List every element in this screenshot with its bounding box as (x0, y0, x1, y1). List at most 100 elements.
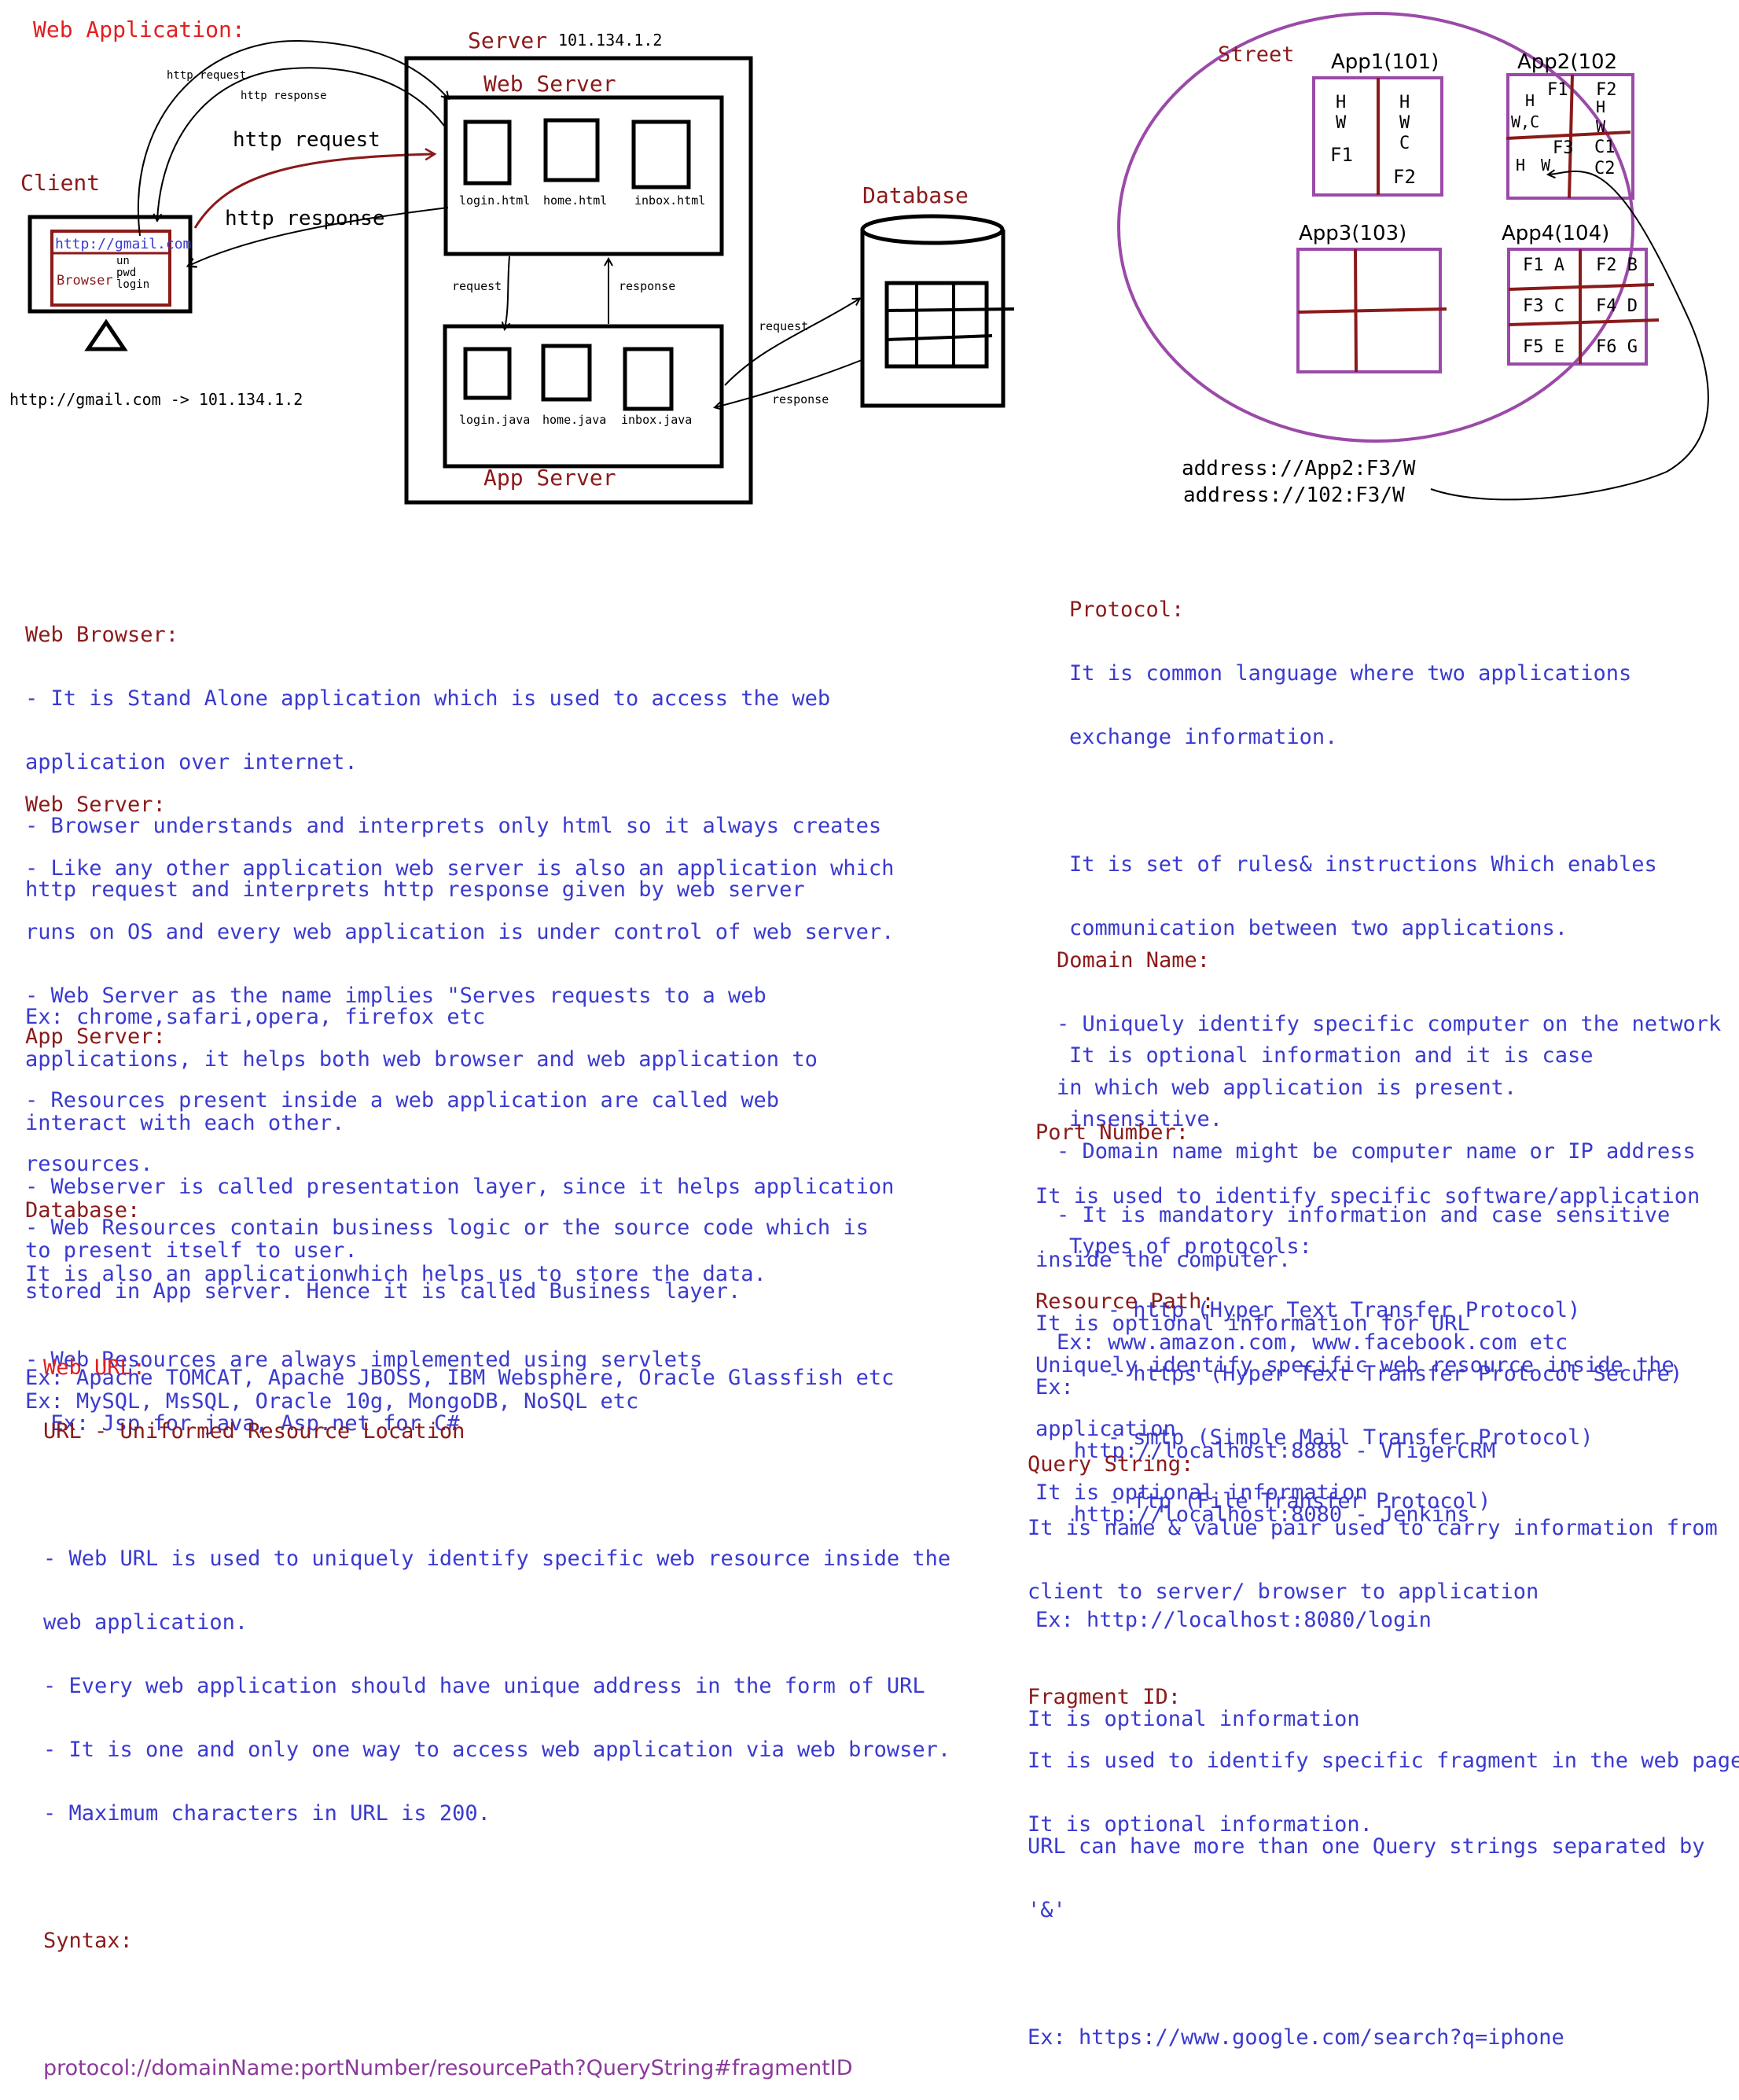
address-102: address://102:F3/W (1183, 484, 1405, 507)
monitor-stand (84, 318, 128, 351)
app3-label: App3(103) (1299, 222, 1406, 245)
app2-cell-wc: W,C (1511, 112, 1539, 131)
note-fragment-id: Fragment ID: It is used to identify spec… (1028, 1644, 1739, 1856)
note-heading: Protocol: (1069, 598, 1185, 622)
login-html-file (463, 120, 512, 186)
app4-cell-f1a: F1 A (1523, 256, 1564, 275)
note-line: - Web URL is used to uniquely identify s… (43, 1546, 951, 1571)
note-line: It is used to identify specific fragment… (1028, 1749, 1739, 1773)
app4-cell-f3c: F3 C (1523, 296, 1564, 316)
database-table-row2 (886, 334, 993, 341)
note-line: '&' (1028, 1898, 1066, 1922)
note-line: It is also an applicationwhich helps us … (25, 1262, 767, 1286)
home-java-file (541, 344, 592, 402)
app2-cell-h3: H (1516, 156, 1525, 175)
app2-label: App2(102 (1517, 50, 1617, 74)
note-heading: Web URL: (43, 1355, 146, 1380)
street-label: Street (1218, 42, 1295, 67)
home-html-label: home.html (543, 193, 607, 208)
login-java-file (463, 347, 512, 400)
server-label: Server (468, 28, 547, 53)
note-line: It is used to identify specific software… (1035, 1184, 1700, 1208)
note-subheading: URL - Uniformed Resource Location (43, 1419, 465, 1444)
database-table (884, 281, 989, 369)
database-label: Database (862, 182, 969, 208)
note-heading: Database: (25, 1198, 141, 1223)
db-response-label: response (772, 392, 829, 406)
app2-cell-w1: W (1596, 117, 1606, 136)
note-heading: Web Browser: (25, 623, 179, 647)
browser-label: Browser (57, 273, 113, 289)
inbox-html-file (631, 120, 691, 189)
app1-right-f2: F2 (1393, 166, 1416, 188)
app3-horizontal-divider (1297, 307, 1447, 314)
inbox-java-file (623, 347, 674, 411)
server-ip: 101.134.1.2 (558, 31, 662, 50)
login-java-label: login.java (459, 413, 530, 427)
address-app2: address://App2:F3/W (1182, 457, 1416, 480)
app1-right-w: W (1399, 113, 1410, 133)
http-response-small-label: http response (241, 90, 327, 102)
inbox-html-label: inbox.html (634, 193, 705, 208)
http-request-label: http request (233, 128, 381, 152)
home-java-label: home.java (542, 413, 606, 427)
db-request-label: request (759, 319, 808, 333)
note-line: It is common language where two applicat… (1069, 661, 1632, 686)
note-heading: Query String: (1028, 1452, 1194, 1477)
app2-cell-h2: H (1525, 91, 1535, 110)
app4-cell-f6g: F6 G (1596, 337, 1638, 357)
note-heading: Domain Name: (1057, 948, 1211, 973)
home-html-file (543, 118, 600, 182)
database-top (860, 214, 1005, 245)
note-line: - Like any other application web server … (25, 856, 895, 881)
app2-cell-h1: H (1596, 97, 1605, 116)
note-line: - Uniquely identify specific computer on… (1057, 1012, 1722, 1036)
note-heading: Web Server: (25, 793, 166, 817)
login-html-label: login.html (459, 193, 530, 208)
note-line: - It is one and only one way to access w… (43, 1738, 951, 1762)
app1-right-c: C (1399, 134, 1410, 153)
client-label: Client (20, 170, 100, 196)
app4-cell-f2b: F2 B (1596, 256, 1638, 275)
browser-field-login: login (116, 278, 149, 291)
note-line: - Every web application should have uniq… (43, 1674, 925, 1698)
app1-left-h: H (1336, 93, 1346, 112)
note-heading: Resource Path: (1035, 1289, 1215, 1314)
note-example: Ex: https://www.google.com/search?q=ipho… (1028, 2025, 1564, 2050)
browser-field-pwd: pwd (116, 267, 136, 279)
web-to-app-request-label: request (452, 279, 502, 293)
app2-cell-w2: W (1541, 156, 1551, 175)
database-table-row1 (886, 307, 1015, 312)
inbox-java-label: inbox.java (621, 413, 692, 427)
app1-left-w: W (1336, 113, 1347, 133)
browser-url: http://gmail.com (55, 236, 191, 252)
app-server-label: App Server (483, 465, 616, 491)
app1-left-f1: F1 (1330, 144, 1353, 166)
database-cylinder (860, 230, 1006, 408)
app4-label: App4(104) (1502, 222, 1609, 245)
app2-cell-f3: F3 (1553, 138, 1574, 158)
app4-cell-f4d: F4 D (1596, 296, 1638, 316)
note-web-url: Web URL: URL - Uniformed Resource Locati… (43, 1315, 950, 2100)
http-response-label: http response (225, 207, 385, 230)
app2-cell-c2: C2 (1594, 159, 1616, 178)
diagram-title: Web Application: (33, 17, 245, 42)
note-heading: Fragment ID: (1028, 1685, 1182, 1709)
dns-mapping: http://gmail.com -> 101.134.1.2 (9, 390, 303, 409)
app1-right-h: H (1399, 93, 1410, 112)
note-syntax: protocol://domainName:portNumber/resourc… (43, 2056, 853, 2080)
note-line: It is set of rules& instructions Which e… (1069, 852, 1657, 877)
note-line: - Resources present inside a web applica… (25, 1088, 780, 1113)
note-syntax-label: Syntax: (43, 1929, 133, 1953)
http-request-small-label: http request (167, 69, 246, 82)
web-server-label: Web Server (483, 71, 616, 97)
note-line: - Maximum characters in URL is 200. (43, 1801, 491, 1826)
note-line: client to server/ browser to application (1028, 1580, 1539, 1604)
app2-cell-f1: F1 (1547, 80, 1568, 100)
note-heading: App Server: (25, 1024, 166, 1049)
note-line: web application. (43, 1610, 248, 1635)
